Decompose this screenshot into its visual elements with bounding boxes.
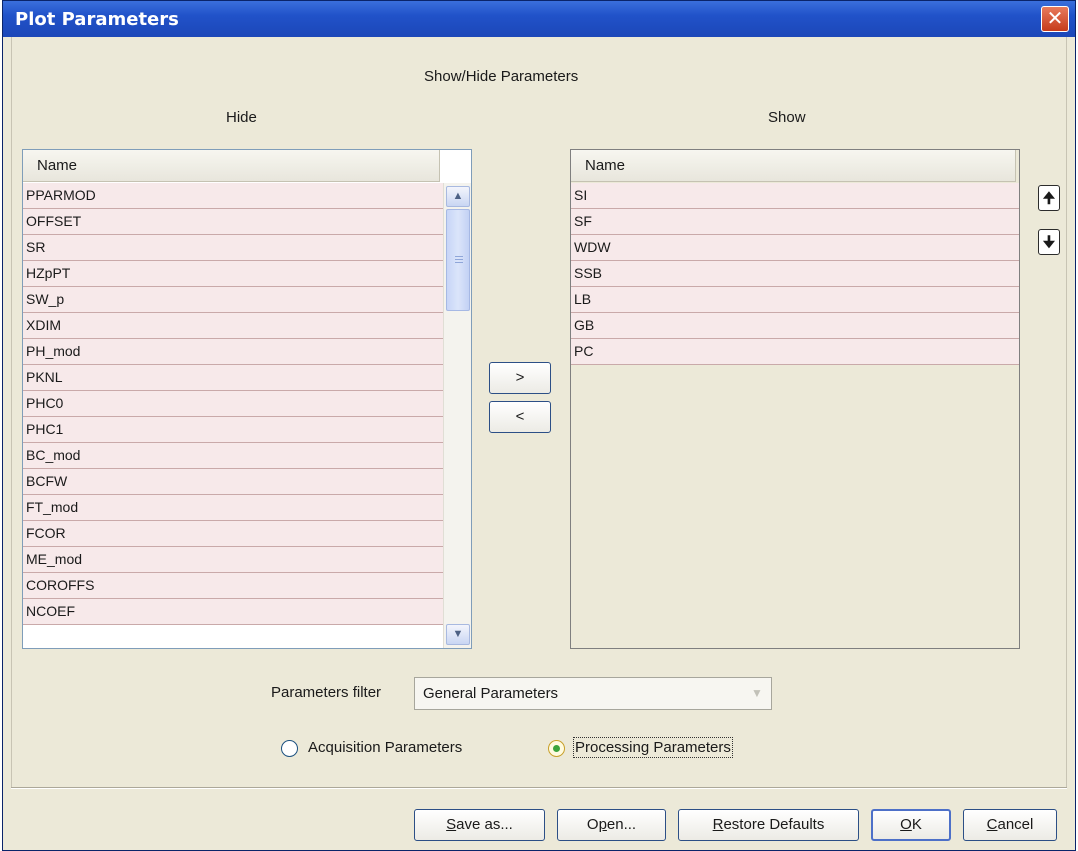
- move-down-button[interactable]: 🠋: [1038, 229, 1060, 255]
- show-list-row[interactable]: GB: [571, 313, 1019, 339]
- hide-list-row[interactable]: ME_mod: [23, 547, 443, 573]
- cancel-button[interactable]: Cancel: [963, 809, 1057, 841]
- show-list-row[interactable]: PC: [571, 339, 1019, 365]
- down-arrow-icon: 🠋: [1042, 233, 1056, 251]
- hide-list-row[interactable]: XDIM: [23, 313, 443, 339]
- save-as-button[interactable]: Save as...: [414, 809, 545, 841]
- close-button[interactable]: ✕: [1041, 6, 1069, 32]
- hide-list-row[interactable]: NCOEF: [23, 599, 443, 625]
- processing-radio-label[interactable]: Processing Parameters: [573, 737, 733, 758]
- hide-list-row[interactable]: PHC0: [23, 391, 443, 417]
- hide-list-row[interactable]: SW_p: [23, 287, 443, 313]
- show-list-rows: SI SF WDW SSB LB GB PC: [571, 183, 1019, 365]
- show-list-row[interactable]: SF: [571, 209, 1019, 235]
- parameters-filter-select[interactable]: General Parameters ▼: [414, 677, 772, 710]
- hide-list-row[interactable]: SR: [23, 235, 443, 261]
- close-icon: ✕: [1046, 6, 1064, 30]
- save-as-label-post: ave as...: [456, 816, 513, 833]
- restore-label-post: estore Defaults: [723, 816, 825, 833]
- scroll-up-button[interactable]: ▲: [446, 186, 470, 207]
- scroll-down-button[interactable]: ▼: [446, 624, 470, 645]
- window-title: Plot Parameters: [15, 9, 179, 30]
- restore-mnemonic: R: [712, 816, 724, 833]
- hide-list-row[interactable]: FCOR: [23, 521, 443, 547]
- open-mnemonic: p: [598, 816, 607, 833]
- show-list-row[interactable]: LB: [571, 287, 1019, 313]
- scroll-thumb[interactable]: [446, 209, 470, 311]
- move-left-button[interactable]: <: [489, 401, 551, 433]
- ok-mnemonic: O: [900, 816, 912, 833]
- chevron-down-icon[interactable]: ▼: [744, 679, 770, 708]
- hide-list-row[interactable]: HZpPT: [23, 261, 443, 287]
- open-label-pre: O: [586, 816, 599, 833]
- hide-list-row[interactable]: PKNL: [23, 365, 443, 391]
- ok-label-post: K: [911, 816, 922, 833]
- dialog-content: Show/Hide Parameters Hide Show Name PPAR…: [11, 37, 1067, 787]
- open-button[interactable]: Open...: [557, 809, 666, 841]
- show-list-row[interactable]: SI: [571, 183, 1019, 209]
- show-list-row[interactable]: SSB: [571, 261, 1019, 287]
- hide-list-row[interactable]: BCFW: [23, 469, 443, 495]
- radio-selected-dot: [553, 745, 560, 752]
- scroll-grip: [455, 259, 463, 260]
- hide-list-row[interactable]: OFFSET: [23, 209, 443, 235]
- hide-list-row[interactable]: PHC1: [23, 417, 443, 443]
- open-label-post: en...: [606, 816, 637, 833]
- hide-list[interactable]: Name PPARMOD OFFSET SR HZpPT SW_p XDIM PH_mod P…: [22, 149, 472, 649]
- footer-separator: [11, 787, 1067, 789]
- parameters-filter-value: General Parameters: [423, 685, 559, 702]
- save-as-mnemonic: S: [446, 816, 457, 833]
- show-panel-label: Show: [768, 109, 806, 126]
- move-up-button[interactable]: 🠉: [1038, 185, 1060, 211]
- restore-defaults-button[interactable]: Restore Defaults: [678, 809, 859, 841]
- hide-list-row[interactable]: BC_mod: [23, 443, 443, 469]
- show-list-row[interactable]: WDW: [571, 235, 1019, 261]
- acquisition-radio-label[interactable]: Acquisition Parameters: [308, 739, 462, 756]
- scroll-grip: [455, 262, 463, 263]
- hide-list-row[interactable]: PH_mod: [23, 339, 443, 365]
- chevron-up-icon: ▲: [452, 190, 464, 202]
- acquisition-radio[interactable]: [281, 740, 298, 757]
- chevron-down-icon: ▼: [452, 628, 464, 640]
- hide-list-scrollbar[interactable]: ▲ ▼: [443, 183, 471, 648]
- plot-parameters-dialog: Plot Parameters ✕ Show/Hide Parameters H…: [2, 0, 1076, 851]
- cancel-label-post: ancel: [997, 816, 1034, 833]
- scroll-grip: [455, 256, 463, 257]
- show-list[interactable]: Name SI SF WDW SSB LB GB PC: [570, 149, 1020, 649]
- hide-list-rows: PPARMOD OFFSET SR HZpPT SW_p XDIM PH_mod PKNL PH…: [23, 183, 443, 625]
- hide-list-row[interactable]: PPARMOD: [23, 183, 443, 209]
- hide-list-row[interactable]: FT_mod: [23, 495, 443, 521]
- hide-list-column-header[interactable]: Name: [23, 150, 440, 182]
- hide-list-row[interactable]: COROFFS: [23, 573, 443, 599]
- move-right-button[interactable]: >: [489, 362, 551, 394]
- hide-panel-label: Hide: [226, 109, 257, 126]
- title-bar[interactable]: Plot Parameters ✕: [3, 1, 1075, 37]
- up-arrow-icon: 🠉: [1042, 189, 1056, 207]
- ok-button[interactable]: OK: [871, 809, 951, 841]
- processing-radio[interactable]: [548, 740, 565, 757]
- show-list-column-header[interactable]: Name: [571, 150, 1016, 182]
- cancel-mnemonic: C: [986, 816, 998, 833]
- parameters-filter-label: Parameters filter: [271, 684, 382, 701]
- section-title: Show/Hide Parameters: [424, 68, 579, 85]
